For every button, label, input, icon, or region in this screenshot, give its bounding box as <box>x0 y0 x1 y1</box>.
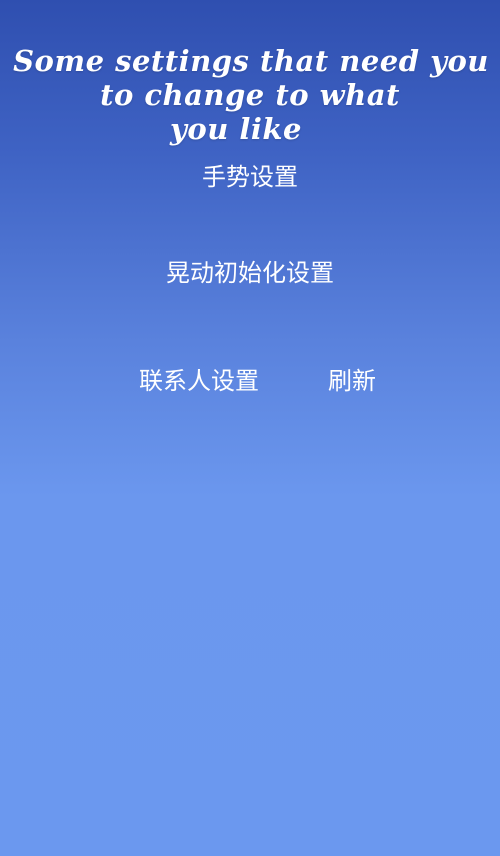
page-title: Some settings that need you to change to… <box>0 44 500 146</box>
gesture-settings-button[interactable]: 手势设置 <box>0 157 500 192</box>
refresh-button[interactable]: 刷新 <box>328 361 376 396</box>
contact-settings-button[interactable]: 联系人设置 <box>139 361 259 396</box>
settings-screen: Some settings that need you to change to… <box>0 0 500 856</box>
title-line-3: you like <box>170 112 302 146</box>
title-line-2: to change to what <box>100 78 400 112</box>
shake-init-settings-button[interactable]: 晃动初始化设置 <box>0 253 500 288</box>
title-line-1: Some settings that need you <box>13 44 489 78</box>
